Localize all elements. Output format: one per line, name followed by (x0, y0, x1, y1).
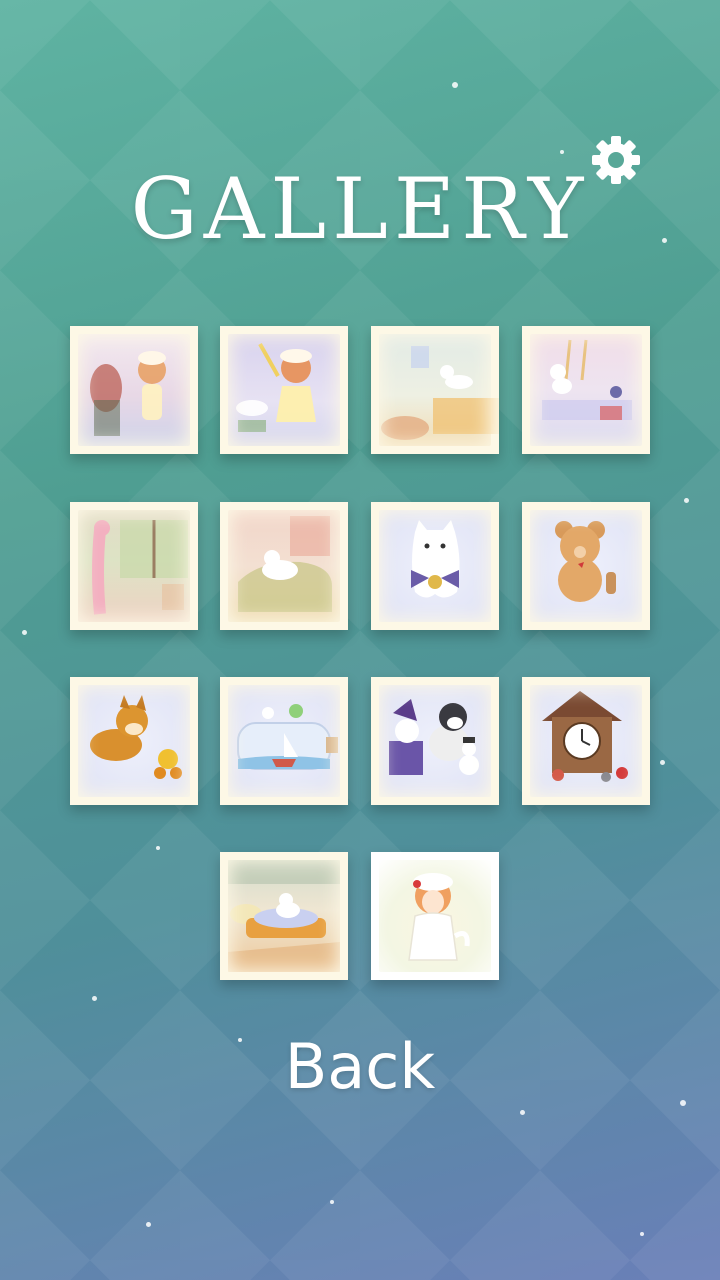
back-button[interactable]: Back (0, 1030, 720, 1103)
gallery-item-10[interactable] (220, 677, 348, 805)
gallery-item-13[interactable] (220, 852, 348, 980)
thumbnail-frame (371, 677, 499, 805)
gallery-item-8[interactable] (522, 502, 650, 630)
thumbnail-frame (220, 502, 348, 630)
thumbnail-frame (522, 677, 650, 805)
thumbnail-frame (522, 502, 650, 630)
gallery-item-7[interactable] (371, 502, 499, 630)
gallery-item-3[interactable] (371, 326, 499, 454)
gallery-item-11[interactable] (371, 677, 499, 805)
gallery-item-14[interactable] (371, 852, 499, 980)
thumbnail-frame (70, 677, 198, 805)
thumbnail-frame (371, 502, 499, 630)
gallery-item-2[interactable] (220, 326, 348, 454)
gallery-item-6[interactable] (220, 502, 348, 630)
gallery-item-9[interactable] (70, 677, 198, 805)
thumbnail-frame (70, 326, 198, 454)
gallery-item-12[interactable] (522, 677, 650, 805)
gallery-item-5[interactable] (70, 502, 198, 630)
thumbnail-frame (220, 326, 348, 454)
gallery-item-4[interactable] (522, 326, 650, 454)
thumbnail-frame (220, 677, 348, 805)
thumbnail-frame (70, 502, 198, 630)
thumbnail-frame (371, 326, 499, 454)
gallery-item-1[interactable] (70, 326, 198, 454)
thumbnail-girl-in-white (408, 873, 470, 961)
thumbnail-frame (522, 326, 650, 454)
thumbnail-frame (220, 852, 348, 980)
